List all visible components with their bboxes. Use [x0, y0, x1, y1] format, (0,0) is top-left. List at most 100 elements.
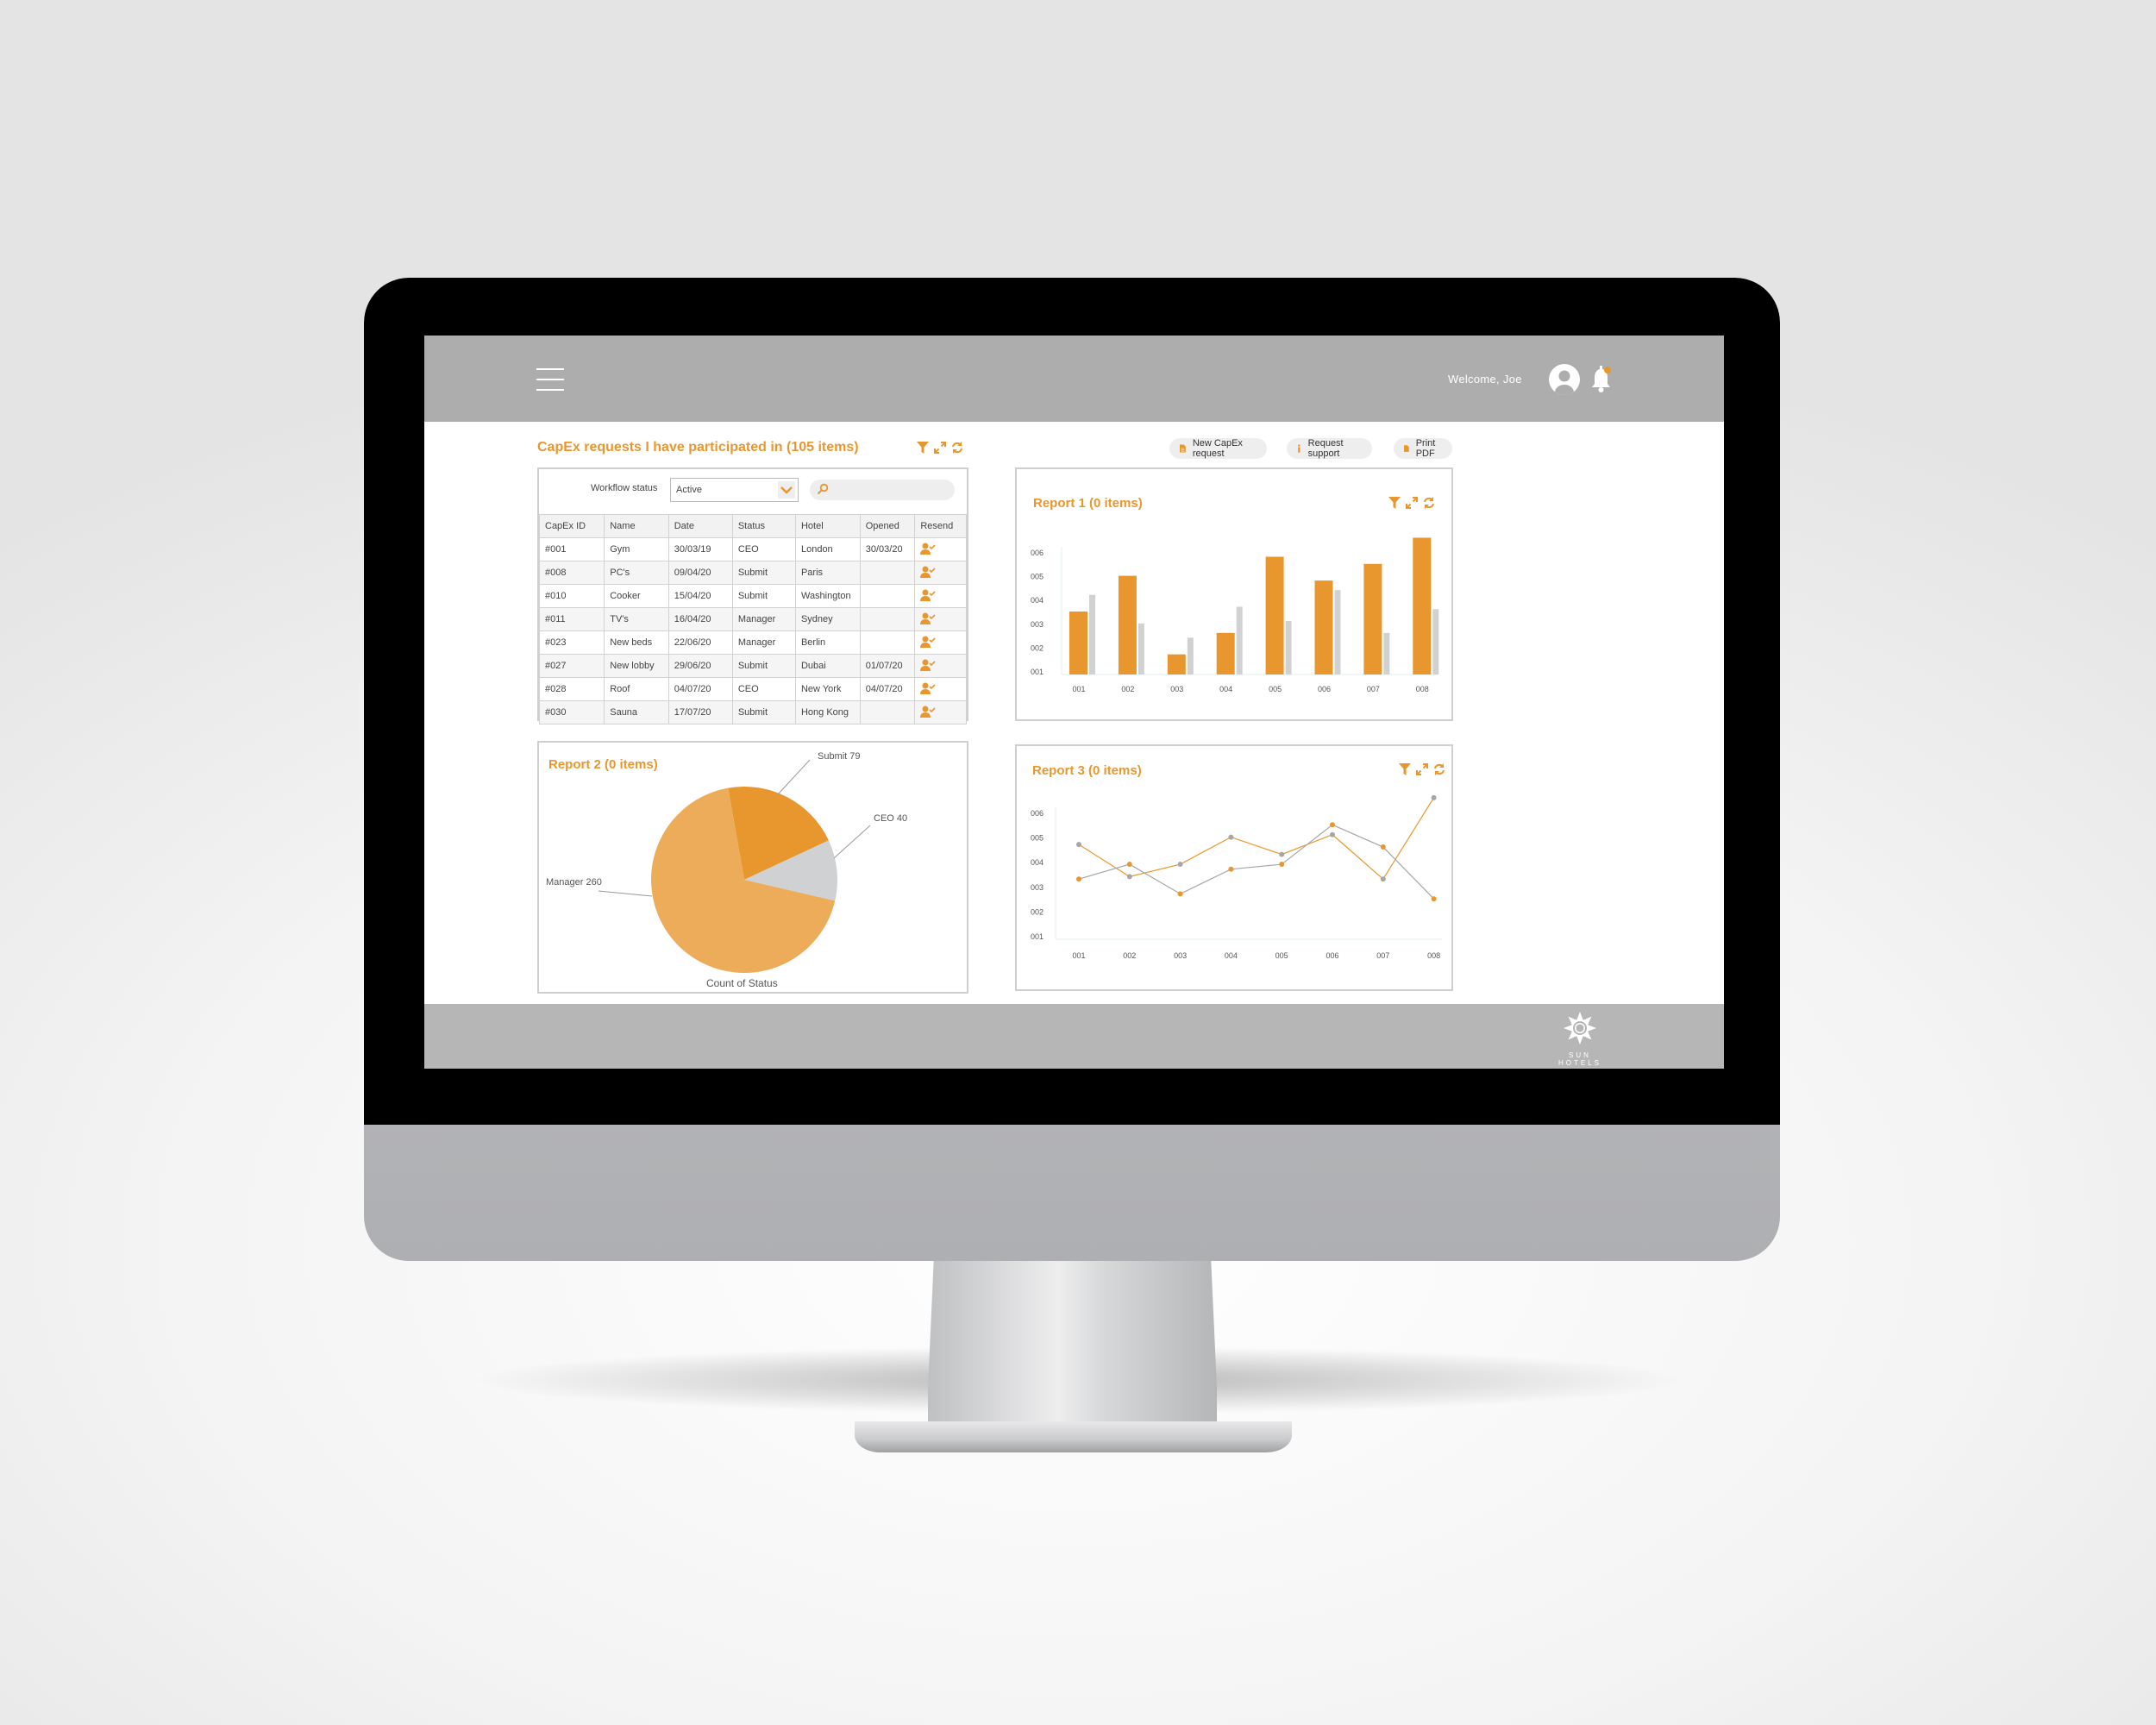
hamburger-menu-icon[interactable]: [536, 368, 564, 391]
resend-cell: [914, 584, 967, 608]
x-tick-label: 002: [1121, 685, 1134, 693]
line-point-series-1: [1380, 876, 1386, 882]
bar-series-1: [1216, 632, 1235, 674]
pie-leader-line: [777, 759, 811, 795]
search-input[interactable]: [810, 480, 955, 500]
table-cell: Submit: [731, 561, 796, 585]
table-row[interactable]: #023 New beds 22/06/20 Manager Berlin: [538, 630, 967, 655]
line-point-series-1: [1177, 862, 1183, 868]
table-cell: London: [794, 537, 861, 561]
column-header[interactable]: Date: [667, 514, 733, 538]
table-cell: Washington: [794, 584, 861, 608]
line-point-series-2: [1330, 822, 1335, 828]
capex-table-title: CapEx requests I have participated in (1…: [537, 440, 859, 455]
table-cell: CEO: [731, 677, 796, 701]
x-tick-label: 007: [1367, 685, 1380, 693]
x-tick-label: 005: [1269, 685, 1282, 693]
column-header[interactable]: Hotel: [794, 514, 861, 538]
table-cell: Hong Kong: [794, 700, 861, 724]
expand-icon[interactable]: [934, 442, 946, 458]
table-cell: Cooker: [604, 584, 669, 608]
table-row[interactable]: #027 New lobby 29/06/20 Submit Dubai 01/07/20: [538, 654, 967, 678]
table-cell: Submit: [731, 700, 796, 724]
x-tick-label: 001: [1072, 685, 1085, 693]
table-cell: Dubai: [794, 654, 861, 678]
resend-user-check-icon[interactable]: [920, 636, 936, 650]
new-capex-request-button[interactable]: New CapEx request: [1169, 438, 1267, 459]
resend-user-check-icon[interactable]: [920, 589, 936, 604]
y-tick-label: 002: [1031, 643, 1044, 652]
table-cell: [859, 630, 916, 655]
x-tick-label: 006: [1326, 951, 1338, 960]
table-cell: 30/03/20: [859, 537, 916, 561]
workflow-status-label: Workflow status: [591, 483, 658, 493]
table-cell: 04/07/20: [667, 677, 733, 701]
x-tick-label: 006: [1318, 685, 1331, 693]
document-icon: [1180, 444, 1186, 453]
table-cell: Gym: [604, 537, 669, 561]
bar-series-2: [1285, 621, 1292, 674]
sun-logo-icon: [1564, 1012, 1596, 1044]
bar-series-1: [1167, 654, 1186, 674]
x-tick-label: 003: [1170, 685, 1183, 693]
x-tick-label: 004: [1225, 951, 1238, 960]
table-cell: New lobby: [604, 654, 669, 678]
table-row[interactable]: #028 Roof 04/07/20 CEO New York 04/07/20: [538, 677, 967, 701]
bell-icon[interactable]: [1589, 364, 1614, 393]
line-point-series-2: [1431, 896, 1437, 902]
line-point-series-2: [1380, 844, 1386, 850]
resend-user-check-icon[interactable]: [920, 566, 936, 580]
app-screen: Welcome, Joe CapEx requests I have parti…: [424, 336, 1724, 1069]
pie-data-label: CEO 40: [874, 813, 907, 824]
table-row[interactable]: #011 TV's 16/04/20 Manager Sydney: [538, 607, 967, 631]
column-header[interactable]: CapEx ID: [538, 514, 605, 538]
bar-series-2: [1432, 609, 1439, 674]
resend-cell: [914, 537, 967, 561]
filter-icon[interactable]: [917, 442, 929, 458]
column-header[interactable]: Status: [731, 514, 796, 538]
x-tick-label: 001: [1072, 951, 1085, 960]
resend-user-check-icon[interactable]: [920, 612, 936, 627]
print-pdf-button[interactable]: Print PDF: [1394, 438, 1452, 459]
table-row[interactable]: #008 PC's 09/04/20 Submit Paris: [538, 561, 967, 585]
table-cell: 17/07/20: [667, 700, 733, 724]
refresh-icon[interactable]: [951, 442, 963, 458]
resend-cell: [914, 654, 967, 678]
x-tick-label: 008: [1427, 951, 1440, 960]
table-row[interactable]: #010 Cooker 15/04/20 Submit Washington: [538, 584, 967, 608]
table-cell: #011: [538, 607, 605, 631]
report-2-panel: Report 2 (0 items) Submit 79 CEO 40 Manage…: [537, 741, 968, 994]
table-cell: 29/06/20: [667, 654, 733, 678]
x-tick-label: 008: [1416, 685, 1429, 693]
request-support-button[interactable]: Request support: [1287, 438, 1372, 459]
resend-user-check-icon[interactable]: [920, 682, 936, 697]
chevron-down-icon[interactable]: [778, 481, 795, 499]
resend-user-check-icon[interactable]: [920, 706, 936, 720]
table-cell: [859, 561, 916, 585]
workflow-status-select[interactable]: Active: [670, 478, 799, 502]
x-tick-label: 005: [1275, 951, 1288, 960]
table-cell: Roof: [604, 677, 669, 701]
column-header[interactable]: Name: [604, 514, 669, 538]
table-cell: Sydney: [794, 607, 861, 631]
y-tick-label: 004: [1031, 596, 1044, 605]
welcome-text: Welcome, Joe: [1448, 373, 1522, 386]
bar-series-2: [1138, 623, 1144, 674]
select-value: Active: [676, 485, 702, 495]
pie-leader-line: [833, 825, 871, 859]
y-tick-label: 002: [1031, 907, 1044, 916]
resend-user-check-icon[interactable]: [920, 543, 936, 557]
resend-user-check-icon[interactable]: [920, 659, 936, 674]
line-point-series-2: [1177, 891, 1183, 897]
monitor-stand-base: [855, 1421, 1292, 1452]
bar-series-2: [1089, 594, 1095, 674]
column-header[interactable]: Resend: [914, 514, 967, 538]
table-row[interactable]: #030 Sauna 17/07/20 Submit Hong Kong: [538, 700, 967, 724]
column-header[interactable]: Opened: [859, 514, 916, 538]
x-tick-label: 004: [1219, 685, 1232, 693]
user-avatar-icon[interactable]: [1549, 364, 1580, 395]
table-row[interactable]: #001 Gym 30/03/19 CEO London 30/03/20: [538, 537, 967, 561]
bar-series-1: [1265, 556, 1284, 674]
search-icon: [817, 483, 829, 495]
sun-hotels-logo: SUN HOTELS: [1545, 1011, 1614, 1067]
